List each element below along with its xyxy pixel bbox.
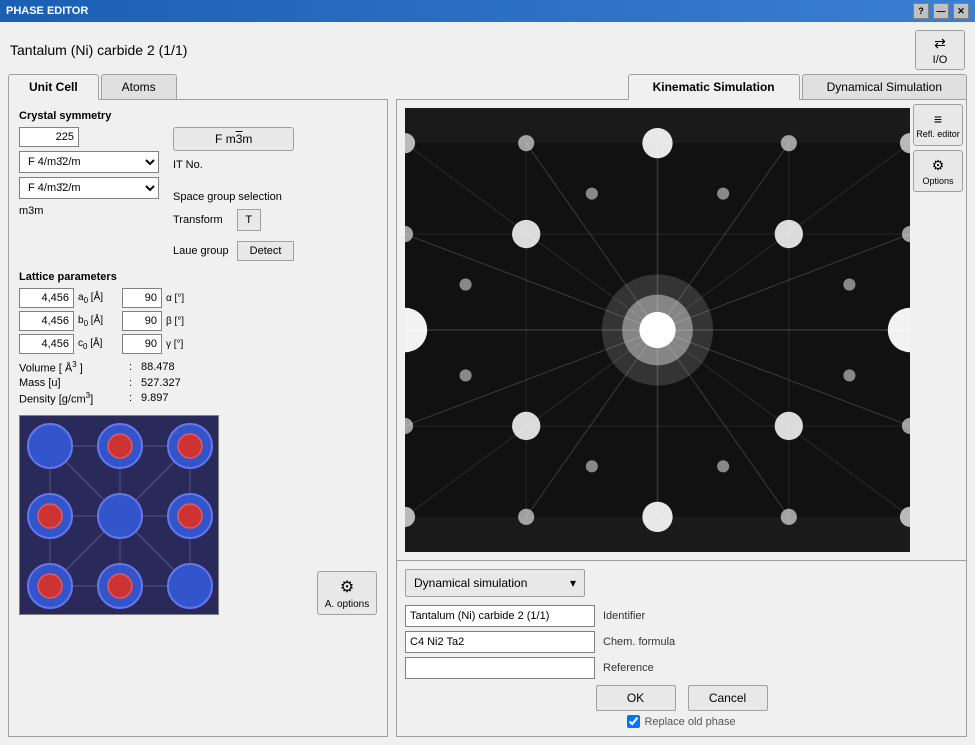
reference-input[interactable] bbox=[405, 657, 595, 679]
kinematic-pattern bbox=[405, 108, 910, 552]
density-label: Density [g/cm3] bbox=[19, 391, 129, 406]
space-group-dropdown-1[interactable]: F 4/m3̄2/m bbox=[19, 151, 159, 173]
tab-kinematic[interactable]: Kinematic Simulation bbox=[628, 74, 800, 100]
sim-image bbox=[405, 108, 910, 552]
lat-b-label: b0 [Å] bbox=[78, 315, 118, 328]
app-title: PHASE EDITOR bbox=[6, 5, 88, 17]
crystal-image bbox=[19, 415, 219, 615]
left-tab-bar: Unit Cell Atoms bbox=[8, 74, 388, 100]
window-title-row: Tantalum (Ni) carbide 2 (1/1) ⇄ I/O bbox=[0, 22, 975, 74]
io-arrows-icon: ⇄ bbox=[934, 35, 946, 52]
replace-checkbox[interactable] bbox=[627, 715, 640, 728]
bottom-controls: Dynamical simulation ▾ Identifier Chem. … bbox=[396, 561, 967, 737]
tab-dynamical[interactable]: Dynamical Simulation bbox=[802, 74, 967, 99]
reference-label: Reference bbox=[603, 662, 683, 674]
transform-row: Transform T bbox=[173, 209, 294, 231]
lattice-label: Lattice parameters bbox=[19, 271, 377, 283]
left-panel: Unit Cell Atoms Crystal symmetry F 4/m3̄… bbox=[8, 74, 388, 737]
title-bar-controls: ? — ✕ bbox=[913, 3, 969, 19]
a-options-button[interactable]: ⚙ A. options bbox=[317, 571, 377, 615]
options-button[interactable]: ⚙ Options bbox=[913, 150, 963, 192]
volume-label: Volume [ Å3 ] bbox=[19, 360, 129, 375]
laue-label: Laue group bbox=[173, 245, 229, 257]
minimize-button[interactable]: — bbox=[933, 3, 949, 19]
lat-c-label: c0 [Å] bbox=[78, 338, 118, 351]
space-group-selection-label: Space group selection bbox=[173, 191, 294, 203]
reference-row: Reference bbox=[405, 657, 683, 679]
laue-row: Laue group Detect bbox=[173, 241, 294, 261]
lat-alpha-label: α [°] bbox=[166, 293, 194, 304]
chem-formula-label: Chem. formula bbox=[603, 636, 683, 648]
main-window: Tantalum (Ni) carbide 2 (1/1) ⇄ I/O Unit… bbox=[0, 22, 975, 745]
mass-value: 527.327 bbox=[141, 377, 181, 389]
ok-button[interactable]: OK bbox=[596, 685, 676, 711]
dyn-sim-dropdown[interactable]: Dynamical simulation ▾ bbox=[405, 569, 585, 597]
volume-value: 88.478 bbox=[141, 361, 175, 373]
lat-c-input[interactable] bbox=[19, 334, 74, 354]
lat-a-input[interactable] bbox=[19, 288, 74, 308]
dyn-sim-row: Dynamical simulation ▾ bbox=[405, 569, 958, 597]
crystal-symmetry-label: Crystal symmetry bbox=[19, 110, 377, 122]
lattice-row-a: a0 [Å] α [°] bbox=[19, 288, 377, 308]
vmd-section: Volume [ Å3 ] : 88.478 Mass [u] : 527.32… bbox=[19, 360, 377, 405]
tab-unit-cell[interactable]: Unit Cell bbox=[8, 74, 99, 100]
replace-row: Replace old phase bbox=[405, 715, 958, 728]
fields-row: Identifier Chem. formula Reference bbox=[405, 605, 958, 679]
volume-row: Volume [ Å3 ] : 88.478 bbox=[19, 360, 377, 375]
mass-label: Mass [u] bbox=[19, 377, 129, 389]
lat-alpha-input[interactable] bbox=[122, 288, 162, 308]
bottom-row: ⚙ A. options bbox=[19, 407, 377, 615]
a-options-icon: ⚙ bbox=[340, 577, 354, 597]
cancel-button[interactable]: Cancel bbox=[688, 685, 768, 711]
transform-t-button[interactable]: T bbox=[237, 209, 261, 231]
it-no-input[interactable] bbox=[19, 127, 79, 147]
refl-editor-button[interactable]: ≡ Refl. editor bbox=[913, 104, 963, 146]
lat-gamma-input[interactable] bbox=[122, 334, 162, 354]
crystal-svg bbox=[20, 416, 219, 615]
density-value: 9.897 bbox=[141, 392, 169, 404]
lat-beta-input[interactable] bbox=[122, 311, 162, 331]
it-no-label: IT No. bbox=[173, 159, 294, 171]
chem-formula-row: Chem. formula bbox=[405, 631, 683, 653]
laue-value: m3m bbox=[19, 205, 159, 217]
fields-left: Identifier Chem. formula Reference bbox=[405, 605, 683, 679]
io-button[interactable]: ⇄ I/O bbox=[915, 30, 965, 70]
space-group-dropdown-2[interactable]: F 4/m3̄2/m bbox=[19, 177, 159, 199]
lattice-section: Lattice parameters a0 [Å] α [°] b0 [Å] β… bbox=[19, 271, 377, 354]
window-title: Tantalum (Ni) carbide 2 (1/1) bbox=[10, 42, 187, 58]
right-tab-bar: Kinematic Simulation Dynamical Simulatio… bbox=[396, 74, 967, 100]
identifier-input[interactable] bbox=[405, 605, 595, 627]
mass-row: Mass [u] : 527.327 bbox=[19, 377, 377, 389]
lat-beta-label: β [°] bbox=[166, 316, 194, 327]
right-panel: Kinematic Simulation Dynamical Simulatio… bbox=[396, 74, 967, 737]
sim-toolbar: ≡ Refl. editor ⚙ Options bbox=[910, 100, 966, 560]
identifier-label: Identifier bbox=[603, 610, 683, 622]
tab-atoms[interactable]: Atoms bbox=[101, 74, 177, 99]
lattice-row-c: c0 [Å] γ [°] bbox=[19, 334, 377, 354]
options-icon: ⚙ bbox=[932, 157, 945, 174]
left-content: Crystal symmetry F 4/m3̄2/m F 4/m3̄2/m m… bbox=[8, 100, 388, 737]
chem-formula-input[interactable] bbox=[405, 631, 595, 653]
refl-editor-icon: ≡ bbox=[934, 111, 942, 127]
transform-label: Transform bbox=[173, 214, 223, 226]
sym-button[interactable]: F m3m bbox=[173, 127, 294, 151]
sim-area: ≡ Refl. editor ⚙ Options bbox=[396, 100, 967, 561]
density-row: Density [g/cm3] : 9.897 bbox=[19, 391, 377, 406]
detect-button[interactable]: Detect bbox=[237, 241, 295, 261]
lat-a-label: a0 [Å] bbox=[78, 292, 118, 305]
lat-b-input[interactable] bbox=[19, 311, 74, 331]
content-area: Unit Cell Atoms Crystal symmetry F 4/m3̄… bbox=[0, 74, 975, 745]
title-bar: PHASE EDITOR ? — ✕ bbox=[0, 0, 975, 22]
identifier-row: Identifier bbox=[405, 605, 683, 627]
replace-label: Replace old phase bbox=[644, 716, 735, 728]
close-button[interactable]: ✕ bbox=[953, 3, 969, 19]
dropdown-chevron-icon: ▾ bbox=[570, 576, 576, 590]
action-row: OK Cancel bbox=[405, 685, 958, 711]
lat-gamma-label: γ [°] bbox=[166, 339, 194, 350]
help-button[interactable]: ? bbox=[913, 3, 929, 19]
lattice-row-b: b0 [Å] β [°] bbox=[19, 311, 377, 331]
